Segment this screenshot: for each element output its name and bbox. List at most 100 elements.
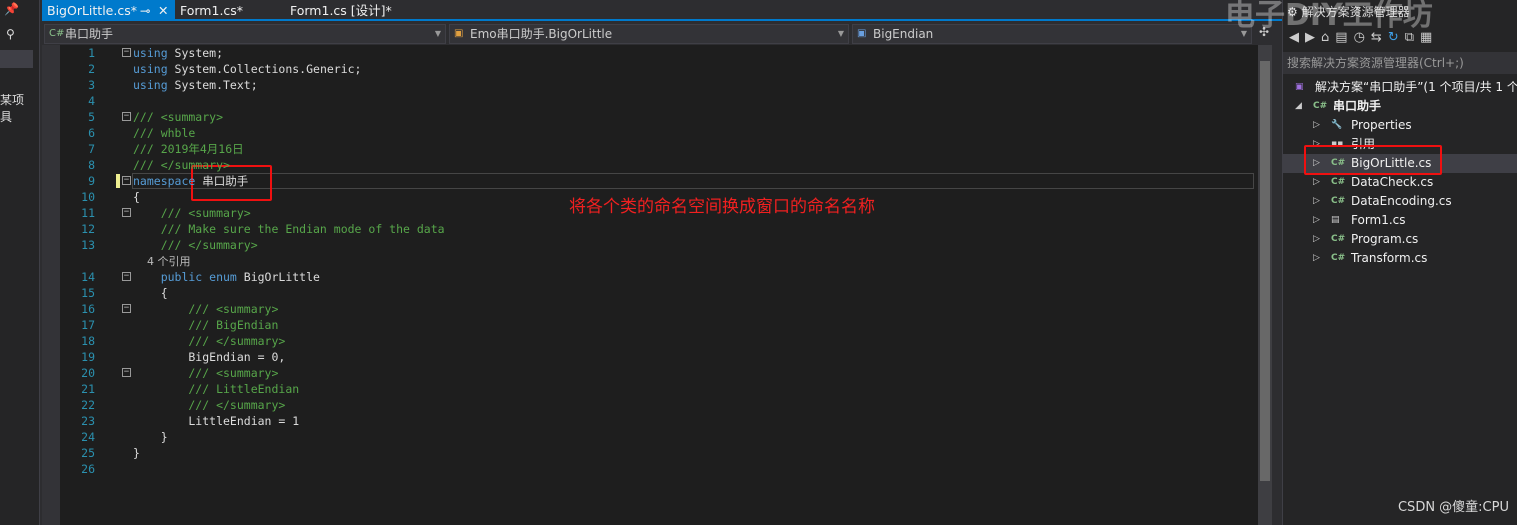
tree-item[interactable]: ▷ ▤ Form1.cs [1283, 211, 1517, 230]
line-number: 13 [81, 238, 95, 252]
code-text: using System.Collections.Generic; [133, 61, 361, 77]
pin-icon[interactable]: ⊸ [140, 0, 150, 21]
close-icon[interactable]: ✕ [158, 0, 168, 21]
code-line[interactable]: 25} [42, 445, 1258, 461]
search-icon[interactable]: ⚲ [6, 27, 15, 41]
expand-icon[interactable]: ▷ [1313, 230, 1320, 249]
collapse-icon[interactable]: − [122, 272, 131, 281]
solution-search-input[interactable]: 搜索解决方案资源管理器(Ctrl+;) [1283, 52, 1517, 74]
expand-icon[interactable]: ▷ [1313, 173, 1320, 192]
tree-item-label: Program.cs [1351, 232, 1419, 246]
code-text: using System; [133, 45, 223, 61]
class-dropdown[interactable]: ▣ Emo串口助手.BigOrLittle ▼ [449, 24, 849, 44]
code-line[interactable]: 4 个引用 [42, 253, 1258, 269]
expand-icon[interactable]: ▷ [1313, 211, 1320, 230]
keyword: using [133, 46, 175, 60]
chevron-down-icon: ▼ [434, 29, 441, 38]
chevron-down-icon: ▼ [837, 29, 844, 38]
expand-icon[interactable]: ▷ [1313, 192, 1320, 211]
tree-item[interactable]: ▷ C# Program.cs [1283, 230, 1517, 249]
code-text: /// <summary> [133, 301, 278, 317]
tree-item[interactable]: ▣ 解决方案“串口助手”(1 个项目/共 1 个 [1283, 78, 1517, 97]
tree-item[interactable]: ▷ C# Transform.cs [1283, 249, 1517, 268]
collapse-icon[interactable]: − [122, 48, 131, 57]
panel-search-input[interactable] [0, 50, 33, 68]
line-number: 16 [81, 302, 95, 316]
line-number: 11 [81, 206, 95, 220]
code-text: /// <summary> [133, 365, 278, 381]
code-token: System; [174, 46, 224, 60]
code-line[interactable]: 12 /// Make sure the Endian mode of the … [42, 221, 1258, 237]
project-dropdown[interactable]: C# 串口助手 ▼ [44, 24, 446, 44]
code-line[interactable]: 8 /// </summary> [42, 157, 1258, 173]
code-token: { [133, 286, 168, 300]
tab-form1-cs[interactable]: Form1.cs* [175, 0, 285, 21]
code-line[interactable]: 9 − namespace 串口助手 [42, 173, 1258, 189]
line-number: 20 [81, 366, 95, 380]
tree-item-label: Transform.cs [1351, 251, 1428, 265]
pin-icon[interactable]: 📌 [4, 2, 19, 16]
code-line[interactable]: 15 { [42, 285, 1258, 301]
code-token: } [133, 446, 140, 460]
code-line[interactable]: 14 − public enum BigOrLittle [42, 269, 1258, 285]
panel-item[interactable]: 某项 [0, 91, 24, 108]
line-number: 5 [88, 110, 95, 124]
code-line[interactable]: 23 LittleEndian = 1 [42, 413, 1258, 429]
line-number: 12 [81, 222, 95, 236]
code-line[interactable]: 22 /// </summary> [42, 397, 1258, 413]
keyword: public enum [133, 270, 244, 284]
expanded-icon[interactable]: ◢ [1295, 97, 1302, 116]
line-number: 8 [88, 158, 95, 172]
line-number: 24 [81, 430, 95, 444]
code-line[interactable]: 11 − /// <summary> [42, 205, 1258, 221]
code-line[interactable]: 3 using System.Text; [42, 77, 1258, 93]
tree-item[interactable]: ◢ C# 串口助手 [1283, 97, 1517, 116]
codelens-references[interactable]: 4 个引用 [133, 255, 191, 268]
collapse-icon[interactable]: − [122, 208, 131, 217]
tree-item[interactable]: ▷ 🔧 Properties [1283, 116, 1517, 135]
code-line[interactable]: 17 /// BigEndian [42, 317, 1258, 333]
code-line[interactable]: 1 − using System; [42, 45, 1258, 61]
comment: /// </summary> [133, 158, 230, 172]
code-token: BigOrLittle [243, 270, 320, 284]
code-line[interactable]: 20 − /// <summary> [42, 365, 1258, 381]
code-token: BigEndian = 0, [133, 350, 286, 364]
panel-item[interactable]: 具 [0, 108, 12, 125]
line-number: 2 [88, 62, 95, 76]
code-line[interactable]: 7 /// 2019年4月16日 [42, 141, 1258, 157]
code-line[interactable]: 13 /// </summary> [42, 237, 1258, 253]
code-line[interactable]: 10 { [42, 189, 1258, 205]
code-line[interactable]: 19 BigEndian = 0, [42, 349, 1258, 365]
collapse-icon[interactable]: − [122, 112, 131, 121]
watermark: CSDN @傻童:CPU [1397, 500, 1509, 515]
code-line[interactable]: 24 } [42, 429, 1258, 445]
code-line[interactable]: 5 −/// <summary> [42, 109, 1258, 125]
code-line[interactable]: 18 /// </summary> [42, 333, 1258, 349]
line-number: 3 [88, 78, 95, 92]
scrollbar-thumb[interactable] [1260, 61, 1270, 481]
code-line[interactable]: 6 /// whble [42, 125, 1258, 141]
code-line[interactable]: 4 [42, 93, 1258, 109]
member-dropdown[interactable]: ▣ BigEndian ▼ [852, 24, 1252, 44]
collapse-icon[interactable]: − [122, 304, 131, 313]
vertical-scrollbar[interactable] [1258, 45, 1272, 525]
code-line[interactable]: 26 [42, 461, 1258, 477]
tree-item[interactable]: ▷ C# DataEncoding.cs [1283, 192, 1517, 211]
tab-form1-design[interactable]: Form1.cs [设计]* [285, 0, 425, 21]
code-text: LittleEndian = 1 [133, 413, 299, 429]
code-token: } [133, 430, 168, 444]
code-line[interactable]: 2 using System.Collections.Generic; [42, 61, 1258, 77]
line-number: 14 [81, 270, 95, 284]
tab-bigorlittle[interactable]: BigOrLittle.cs* ⊸ ✕ [42, 0, 175, 21]
collapse-icon[interactable]: − [122, 176, 131, 185]
code-editor[interactable]: 将各个类的命名空间换成窗口的命名名称 1− using System; 2 using… [42, 45, 1258, 525]
collapse-icon[interactable]: − [122, 368, 131, 377]
code-line[interactable]: 21 /// LittleEndian [42, 381, 1258, 397]
expand-icon[interactable]: ▷ [1313, 249, 1320, 268]
line-number: 1 [88, 46, 95, 60]
code-line[interactable]: 16 − /// <summary> [42, 301, 1258, 317]
tree-item[interactable]: ▷ C# DataCheck.cs [1283, 173, 1517, 192]
expand-icon[interactable]: ▷ [1313, 116, 1320, 135]
line-number: 21 [81, 382, 95, 396]
line-number: 18 [81, 334, 95, 348]
